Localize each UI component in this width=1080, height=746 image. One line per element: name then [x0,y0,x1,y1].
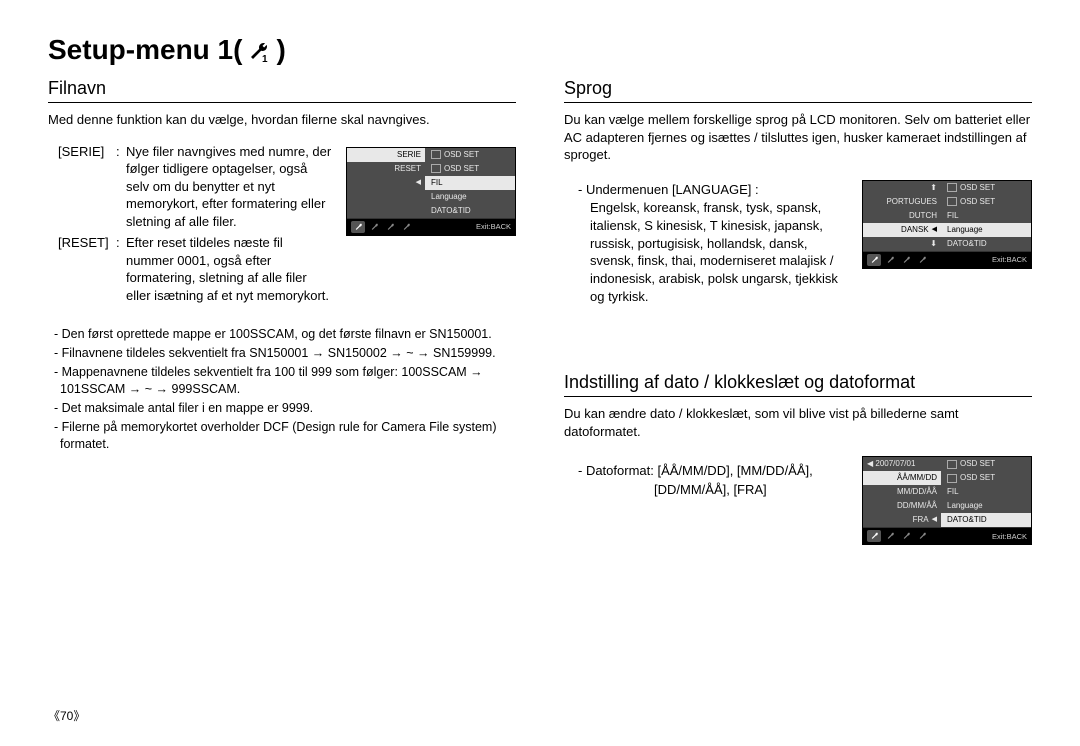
wrench-tab-4-icon [399,221,413,233]
sprog-menu-preview: ⬆ PORTUGUES DUTCH DANSK◀ ⬇ OSD SET OSD S… [862,180,1032,269]
menu-exit-label: Exit:BACK [992,532,1027,541]
page-number: 《70》 [48,707,85,724]
dato-format-line2: [DD/MM/ÅÅ], [FRA] [654,481,848,499]
def-reset-body: Efter reset tildeles næste fil nummer 00… [126,234,332,304]
dato-intro: Du kan ændre dato / klokkeslæt, som vil … [564,405,1032,440]
filnavn-intro: Med denne funktion kan du vælge, hvordan… [48,111,516,129]
dato-menu-preview: ◀ 2007/07/01 ÅÅ/MM/DD MM/DD/ÅÅ DD/MM/ÅÅ … [862,456,1032,545]
def-serie-label: [SERIE] [58,143,116,231]
menu-left-item: SERIE [347,148,425,162]
menu-left-top: ◀ 2007/07/01 [863,457,941,471]
wrench-1-icon: 1 [246,39,272,61]
menu-exit-label: Exit:BACK [992,255,1027,264]
svg-text:1: 1 [262,54,268,64]
menu-left-item: FRA◀ [863,513,941,527]
wrench-tab-2-icon [883,254,897,266]
menu-right-item: FIL [941,209,1031,223]
menu-left-item: ÅÅ/MM/DD [863,471,941,485]
sprog-intro: Du kan vælge mellem forskellige sprog på… [564,111,1032,164]
menu-left-item [347,204,425,218]
def-serie: [SERIE] : Nye filer navngives med numre,… [58,143,332,231]
menu-right-item: FIL [425,176,515,190]
wrench-tab-4-icon [915,530,929,542]
menu-right-item: DATO&TID [425,204,515,218]
menu-right-item: DATO&TID [941,237,1031,251]
filnavn-bullet: - Det maksimale antal filer i en mappe e… [48,400,516,417]
filnavn-bullet: - Filnavnene tildeles sekventielt fra SN… [48,345,516,362]
wrench-tab-4-icon [915,254,929,266]
menu-left-item: DD/MM/ÅÅ [863,499,941,513]
menu-right-item: Language [941,223,1031,237]
menu-left-item [347,190,425,204]
def-serie-body: Nye filer navngives med numre, der følge… [126,143,332,231]
menu-right-item: OSD SET [941,195,1031,209]
menu-right-item: DATO&TID [941,513,1031,527]
menu-right-item: OSD SET [941,471,1031,485]
dato-format-line1: - Datoformat: [ÅÅ/MM/DD], [MM/DD/ÅÅ], [578,462,848,480]
left-column: Filnavn Med denne funktion kan du vælge,… [48,72,516,545]
dato-heading: Indstilling af dato / klokkeslæt og dato… [564,370,1032,397]
wrench-tab-3-icon [383,221,397,233]
menu-right-item: OSD SET [425,162,515,176]
def-reset: [RESET] : Efter reset tildeles næste fil… [58,234,332,304]
menu-left-item: ⬇ [863,237,941,251]
menu-left-item: RESET [347,162,425,176]
filnavn-bullet: - Filerne på memorykortet overholder DCF… [48,419,516,453]
right-column: Sprog Du kan vælge mellem forskellige sp… [564,72,1032,545]
wrench-tab-1-icon [867,254,881,266]
wrench-tab-1-icon [351,221,365,233]
menu-left-item: MM/DD/ÅÅ [863,485,941,499]
wrench-tab-1-icon [867,530,881,542]
filnavn-bullet: - Den først oprettede mappe er 100SSCAM,… [48,326,516,343]
sprog-heading: Sprog [564,76,1032,103]
title-suffix: ) [276,34,285,66]
language-submenu-label: - Undermenuen [LANGUAGE] : [578,182,848,197]
menu-right-item: Language [425,190,515,204]
language-list: Engelsk, koreansk, fransk, tysk, spansk,… [590,199,848,307]
menu-right-item: OSD SET [425,148,515,162]
menu-right-item: FIL [941,485,1031,499]
menu-left-item: DUTCH [863,209,941,223]
def-reset-label: [RESET] [58,234,116,304]
page-title: Setup-menu 1( 1 ) [48,34,1032,66]
title-prefix: Setup-menu 1( [48,34,242,66]
wrench-tab-3-icon [899,254,913,266]
wrench-tab-2-icon [883,530,897,542]
filnavn-menu-preview: SERIE RESET ◀ OSD SET OSD SET FIL Langua… [346,147,516,236]
menu-left-item: PORTUGUES [863,195,941,209]
filnavn-bullet: - Mappenavnene tildeles sekventielt fra … [48,364,516,398]
menu-right-item: OSD SET [941,457,1031,471]
wrench-tab-3-icon [899,530,913,542]
menu-right-item: Language [941,499,1031,513]
menu-right-item: OSD SET [941,181,1031,195]
menu-left-item: DANSK◀ [863,223,941,237]
filnavn-heading: Filnavn [48,76,516,103]
menu-left-item: ◀ [347,176,425,190]
wrench-tab-2-icon [367,221,381,233]
menu-exit-label: Exit:BACK [476,222,511,231]
menu-left-item: ⬆ [863,181,941,195]
